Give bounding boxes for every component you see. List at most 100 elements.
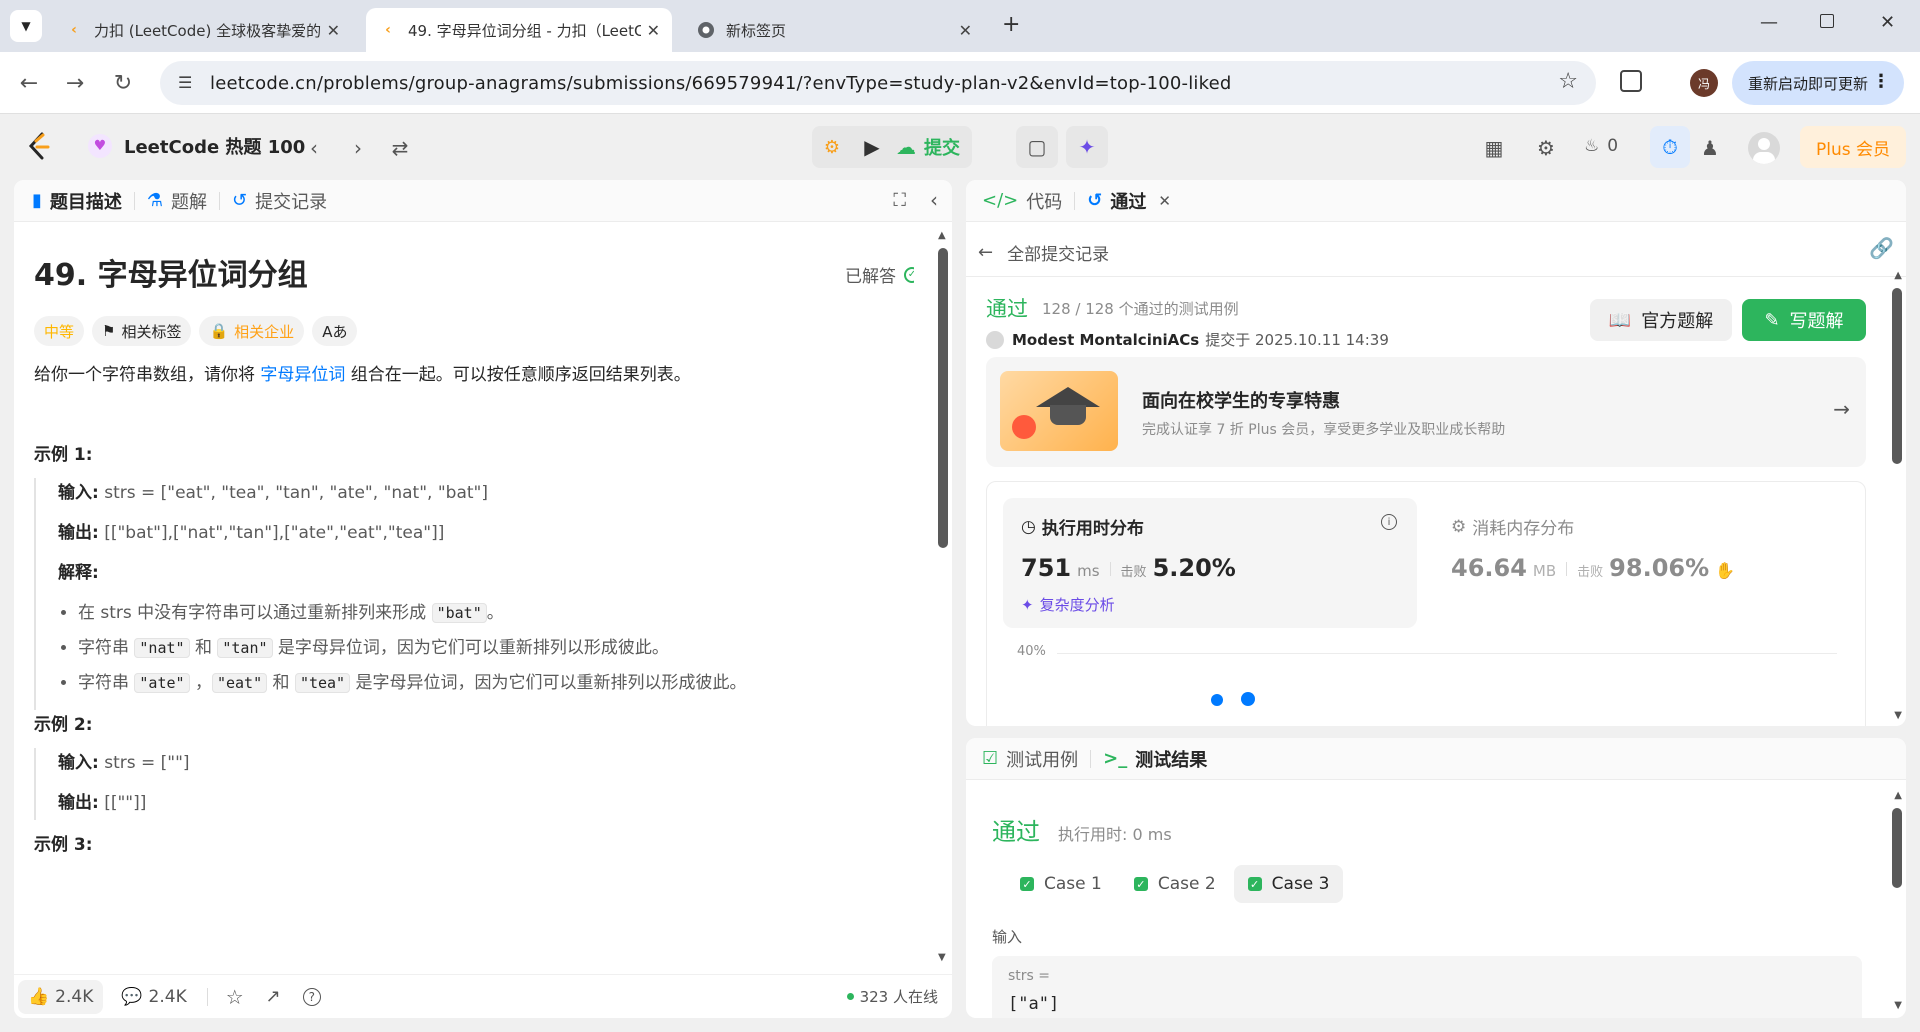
plus-member-button[interactable]: Plus 会员 — [1800, 126, 1906, 168]
close-icon[interactable]: ✕ — [1158, 192, 1171, 210]
all-submissions-link[interactable]: ← 全部提交记录 — [978, 232, 1109, 272]
bookmark-star-icon[interactable]: ☆ — [1558, 69, 1578, 94]
info-icon[interactable]: i — [1381, 514, 1397, 530]
streak-counter[interactable]: ♨ 0 — [1584, 136, 1618, 156]
avatar — [986, 330, 1004, 349]
new-tab-plus-icon[interactable]: + — [1002, 12, 1020, 37]
runtime-box[interactable]: ◷ 执行用时分布 i 751 ms 击败 5.20% ✦ 复杂度分析 — [1003, 498, 1417, 628]
online-label: 323 人在线 — [859, 988, 938, 1006]
comments-button[interactable]: 💬 2.4K — [121, 987, 186, 1007]
extensions-icon[interactable] — [1620, 70, 1642, 92]
submission-tabs: </> 代码 ↺ 通过 ✕ — [966, 180, 1906, 222]
official-solution-button[interactable]: 📖 官方题解 — [1590, 299, 1732, 341]
close-icon[interactable]: ✕ — [959, 21, 972, 40]
tab-description[interactable]: ▮ 题目描述 — [14, 188, 134, 214]
avatar[interactable] — [1748, 132, 1780, 164]
scrollbar-down-icon[interactable]: ▼ — [938, 952, 946, 963]
study-plan-label: LeetCode 热题 100 — [124, 137, 306, 158]
complexity-link[interactable]: ✦ 复杂度分析 — [1021, 594, 1115, 615]
tab-solutions[interactable]: ⚗ 题解 — [135, 188, 219, 214]
add-friend-icon[interactable]: ♟ — [1696, 134, 1724, 162]
case-3-tab[interactable]: ✓ Case 3 — [1233, 865, 1344, 903]
minimize-icon[interactable]: — — [1760, 12, 1778, 33]
back-icon[interactable]: ← — [12, 66, 46, 100]
arrow-right-icon[interactable]: → — [1833, 397, 1850, 421]
restore-icon[interactable] — [1820, 14, 1834, 28]
close-icon[interactable]: ✕ — [647, 21, 660, 40]
update-button-label: 重新启动即可更新 — [1748, 74, 1869, 93]
site-info-icon[interactable]: ☰ — [178, 73, 192, 92]
tab-test-result[interactable]: >_ 测试结果 — [1091, 746, 1219, 772]
tab-title: 新标签页 — [726, 21, 787, 40]
related-companies-button[interactable]: 🔒 相关企业 — [199, 316, 305, 346]
output-label: 输出: — [58, 523, 99, 544]
like-button[interactable]: 👍 2.4K — [18, 979, 104, 1014]
stat-divider — [1109, 562, 1111, 576]
prev-problem-icon[interactable]: ‹ — [300, 134, 328, 162]
scrollbar-up-icon[interactable]: ▲ — [938, 230, 946, 241]
study-plan-title[interactable]: ♥ LeetCode 热题 100 — [88, 133, 305, 159]
url-input[interactable]: ☰ leetcode.cn/problems/group-anagrams/su… — [160, 61, 1596, 105]
terminal-icon: >_ — [1103, 748, 1128, 769]
layout-grid-icon[interactable]: ▦ — [1480, 134, 1508, 162]
forward-icon[interactable]: → — [58, 66, 92, 100]
tab-code[interactable]: </> 代码 — [966, 188, 1074, 214]
note-icon[interactable]: ▢ — [1016, 126, 1058, 168]
tab-label: 提交记录 — [255, 191, 328, 213]
reload-icon[interactable]: ↻ — [106, 66, 140, 100]
more-vertical-icon[interactable]: ⋮ — [1872, 71, 1890, 92]
browser-tab-new[interactable]: 新标签页 ✕ — [684, 8, 984, 52]
browser-tab-leetcode-home[interactable]: ‹ 力扣 (LeetCode) 全球极客挚爱的技术成长平台 ✕ — [52, 8, 352, 52]
scrollbar-down-icon[interactable]: ▼ — [1894, 710, 1902, 721]
tab-accepted[interactable]: ↺ 通过 ✕ — [1075, 188, 1183, 214]
sparkle-icon: ✦ — [1021, 595, 1034, 614]
related-tags-button[interactable]: ⚑ 相关标签 — [92, 316, 192, 346]
memory-title: ⚙ 消耗内存分布 — [1451, 514, 1574, 540]
tab-search-button[interactable]: ▼ — [10, 10, 42, 42]
tab-submissions[interactable]: ↺ 提交记录 — [220, 188, 339, 214]
debug-icon[interactable]: ⚙ — [812, 126, 852, 168]
case-2-tab[interactable]: ✓ Case 2 — [1120, 865, 1230, 903]
test-scrollbar[interactable] — [1892, 808, 1902, 888]
timer-icon[interactable]: ⏱ — [1650, 126, 1690, 168]
write-solution-button[interactable]: ✎ 写题解 — [1742, 299, 1866, 341]
tab-label: 题解 — [171, 191, 208, 213]
close-window-icon[interactable]: ✕ — [1880, 12, 1895, 33]
problem-scrollbar[interactable] — [938, 248, 948, 548]
settings-gear-icon[interactable]: ⚙ — [1532, 134, 1560, 162]
run-play-icon[interactable]: ▶ — [852, 126, 892, 168]
example-1-explain: 解释: — [58, 560, 894, 587]
anagram-link[interactable]: 字母异位词 — [260, 365, 345, 385]
cloud-upload-icon: ☁ — [896, 135, 916, 159]
tab-testcase[interactable]: ☑ 测试用例 — [966, 746, 1090, 772]
share-icon[interactable]: ↗ — [266, 986, 281, 1007]
case-1-tab[interactable]: ✓ Case 1 — [1006, 865, 1116, 903]
avatar[interactable]: 冯 — [1690, 69, 1718, 97]
help-icon[interactable]: ? — [302, 987, 321, 1006]
close-icon[interactable]: ✕ — [327, 21, 340, 40]
leetcode-logo-icon[interactable] — [26, 132, 52, 166]
submission-scrollbar[interactable] — [1892, 288, 1902, 464]
student-promo-banner[interactable]: 面向在校学生的专享特惠 完成认证享 7 折 Plus 会员，享受更多学业及职业成… — [986, 357, 1866, 467]
shuffle-icon[interactable]: ⇄ — [386, 134, 414, 162]
scrollbar-down-icon[interactable]: ▼ — [1894, 1000, 1902, 1011]
scrollbar-up-icon[interactable]: ▲ — [1894, 790, 1902, 801]
next-problem-icon[interactable]: › — [344, 134, 372, 162]
example-3-title: 示例 3: — [34, 835, 93, 855]
star-icon[interactable]: ☆ — [226, 985, 244, 1009]
browser-tab-problem[interactable]: ‹ 49. 字母异位词分组 - 力扣（LeetCode） ✕ — [366, 8, 672, 52]
collapse-icon[interactable]: ‹ — [930, 188, 938, 212]
code-icon: </> — [982, 190, 1019, 211]
clap-icon: ✋ — [1715, 561, 1736, 580]
translate-button[interactable]: Aあ — [312, 316, 358, 346]
submit-button[interactable]: ☁ 提交 — [892, 126, 972, 168]
ai-sparkle-icon[interactable]: ✦ — [1066, 126, 1108, 168]
username[interactable]: Modest MontalciniACs — [1012, 331, 1199, 349]
scrollbar-up-icon[interactable]: ▲ — [1894, 270, 1902, 281]
update-button[interactable]: 重新启动即可更新 ⋮ — [1732, 61, 1904, 105]
link-icon[interactable]: 🔗 — [1869, 236, 1894, 260]
all-submissions-label: 全部提交记录 — [1007, 244, 1110, 265]
fullscreen-icon[interactable]: ⛶ — [893, 190, 906, 211]
memory-box[interactable]: ⚙ 消耗内存分布 46.64 MB 击败 98.06% ✋ — [1433, 498, 1847, 628]
comment-icon: 💬 — [121, 986, 143, 1007]
